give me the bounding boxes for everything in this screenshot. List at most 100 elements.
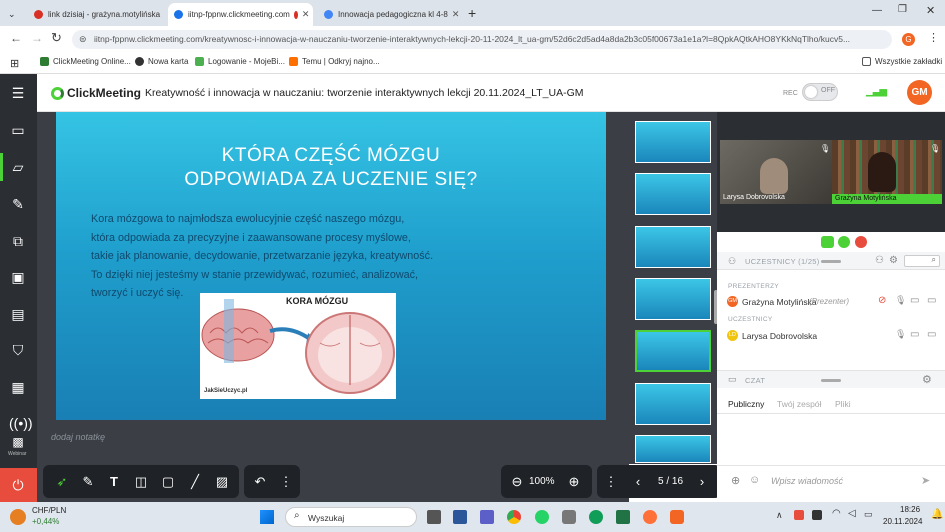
chevron-up-icon[interactable]: ∧ [776, 510, 783, 521]
apps-icon[interactable]: ▦ [9, 378, 27, 396]
forward-arrow-icon[interactable]: → [31, 31, 43, 45]
microphone-icon[interactable]: 🎙 [895, 295, 906, 306]
pencil-icon[interactable]: ✎ [80, 474, 96, 490]
media-icon[interactable]: ▣ [9, 268, 27, 286]
more-options-icon[interactable]: ⋮ [603, 474, 619, 490]
tab-list-button[interactable]: ⌄ [2, 3, 20, 26]
stocks-icon[interactable] [10, 509, 26, 525]
camera-icon[interactable]: ▭ [910, 295, 919, 306]
video-tile-grazyna[interactable]: Grażyna Motylińska 🎙 [832, 140, 942, 204]
battery-icon[interactable]: ▭ [864, 509, 873, 520]
new-tab-button[interactable]: + [468, 5, 476, 21]
slide-thumbnail[interactable] [635, 435, 711, 463]
add-user-icon[interactable]: ⚇ [875, 255, 884, 266]
maximize-button[interactable]: ❐ [898, 4, 907, 15]
rec-toggle[interactable]: OFF [802, 83, 838, 101]
tray-app-icon[interactable] [812, 510, 822, 520]
notes-area[interactable]: dodaj notatkę [37, 426, 629, 462]
chevron-left-icon[interactable]: ‹ [630, 474, 646, 490]
text-icon[interactable]: T [106, 474, 122, 490]
profile-avatar[interactable]: G [902, 33, 915, 46]
reload-icon[interactable]: ↻ [51, 30, 62, 46]
screen-icon[interactable]: ▭ [927, 329, 936, 340]
wifi-icon[interactable]: ◠ [832, 508, 841, 519]
collapse-handle[interactable] [821, 260, 841, 263]
rectangle-icon[interactable]: ▢ [160, 474, 176, 490]
pointer-icon[interactable]: ➶ [54, 474, 70, 490]
participant-row[interactable]: GM Grażyna Motylińska (Prezenter) ⊘ 🎙 ▭ … [717, 293, 945, 311]
windows-start-icon[interactable] [260, 510, 274, 524]
whatsapp-icon[interactable] [535, 510, 549, 524]
send-icon[interactable]: ➤ [921, 474, 930, 487]
broadcast-icon[interactable]: ((•)) [9, 414, 33, 432]
camera-icon[interactable]: ▭ [9, 121, 27, 139]
teams-icon[interactable] [480, 510, 494, 524]
tab-innowacja[interactable]: Innowacja pedagogiczna kl 4-8 ✕ [318, 3, 463, 26]
clock-date[interactable]: 20.11.2024 [883, 517, 922, 526]
apps-grid-icon[interactable]: ⊞ [10, 57, 19, 70]
tray-app-icon[interactable] [794, 510, 804, 520]
tab-team[interactable]: Twój zespół [777, 399, 821, 409]
mic-toggle-icon[interactable] [838, 236, 850, 248]
popout-icon[interactable]: ⧉ [922, 234, 929, 245]
slide-thumbnail[interactable] [635, 278, 711, 320]
chevron-right-icon[interactable]: › [694, 474, 710, 490]
line-icon[interactable]: ╱ [187, 474, 203, 490]
back-arrow-icon[interactable]: ← [10, 31, 22, 45]
emoji-icon[interactable]: ☺ [749, 474, 760, 486]
document-icon[interactable]: ▤ [9, 305, 27, 323]
slide-thumbnail[interactable] [635, 173, 711, 215]
microphone-icon[interactable]: 🎙 [895, 329, 906, 340]
hamburger-menu-icon[interactable]: ☰ [9, 84, 27, 102]
slide-thumbnail[interactable] [635, 383, 711, 425]
all-bookmarks[interactable]: Wszystkie zakładki [862, 57, 942, 66]
image-icon[interactable]: ▨ [214, 474, 230, 490]
zoom-out-icon[interactable]: ⊖ [509, 474, 525, 490]
clickmeeting-taskbar-icon[interactable] [670, 510, 684, 524]
close-icon[interactable]: ✕ [298, 9, 310, 20]
firefox-icon[interactable] [643, 510, 657, 524]
gear-icon[interactable]: ⚙ [889, 234, 899, 247]
screen-icon[interactable]: ▭ [927, 295, 936, 306]
hand-off-icon[interactable]: ⊘ [878, 295, 886, 306]
task-view-icon[interactable] [427, 510, 441, 524]
slide-thumbnail[interactable] [635, 121, 711, 163]
menu-kebab-icon[interactable]: ⋮ [928, 31, 939, 44]
participants-header[interactable]: ⚇ UCZESTNICY (1/25) ⚇ ⚙ ⌕ [717, 252, 945, 270]
sticky-note-icon[interactable]: ◫ [133, 474, 149, 490]
user-avatar[interactable]: GM [907, 80, 932, 105]
excel-icon[interactable] [616, 510, 630, 524]
bookmark-clickmeeting[interactable]: ClickMeeting Online... [40, 57, 131, 66]
tab-link-dzisiaj[interactable]: link dzisiaj - grażyna.motylińska ✕ [28, 3, 163, 26]
app-icon[interactable] [562, 510, 576, 524]
leave-button[interactable]: ⏻ [0, 468, 37, 502]
close-icon[interactable]: ✕ [448, 9, 460, 20]
chat-message-input[interactable]: Wpisz wiadomość [771, 476, 843, 486]
chat-header[interactable]: ▭ CZAT ⚙ [717, 370, 945, 388]
close-window-button[interactable]: ✕ [926, 4, 935, 17]
webinar-icon[interactable]: ▩ [9, 433, 27, 451]
clock-time[interactable]: 18:26 [900, 505, 920, 514]
chrome-icon[interactable] [507, 510, 521, 524]
undo-icon[interactable]: ↶ [252, 474, 268, 490]
share-icon[interactable] [855, 236, 867, 248]
video-toggle-icon[interactable] [821, 236, 834, 248]
add-attachment-icon[interactable]: ⊕ [731, 474, 740, 487]
camera-icon[interactable]: ▭ [910, 329, 919, 340]
bookmark-mojebi[interactable]: Logowanie - MojeBi... [195, 57, 285, 66]
word-icon[interactable] [453, 510, 467, 524]
slide-thumbnail[interactable] [635, 226, 711, 268]
layout-icon[interactable]: ⊟ [906, 234, 914, 245]
video-tile-larysa[interactable]: Larysa Dobrovolska 🎙 [720, 140, 832, 204]
tab-files[interactable]: Pliki [835, 399, 851, 409]
taskbar-search[interactable]: ⌕ Wyszukaj [285, 507, 417, 527]
more-options-icon[interactable]: ⋮ [278, 474, 294, 490]
bookmark-temu[interactable]: Temu | Odkryj najno... [289, 57, 380, 66]
chat-bubble-icon[interactable]: ◌ [874, 235, 880, 246]
bookmark-nowa-karta[interactable]: Nowa karta [135, 57, 188, 66]
slide-thumbnail-selected[interactable] [635, 330, 711, 372]
tab-public[interactable]: Publiczny [728, 399, 764, 409]
gear-icon[interactable]: ⚙ [889, 255, 898, 266]
participant-row[interactable]: LD Larysa Dobrovolska 🎙 ▭ ▭ [717, 327, 945, 345]
url-field[interactable]: ⊜ iitnp-fppnw.clickmeeting.com/kreatywno… [72, 30, 892, 49]
